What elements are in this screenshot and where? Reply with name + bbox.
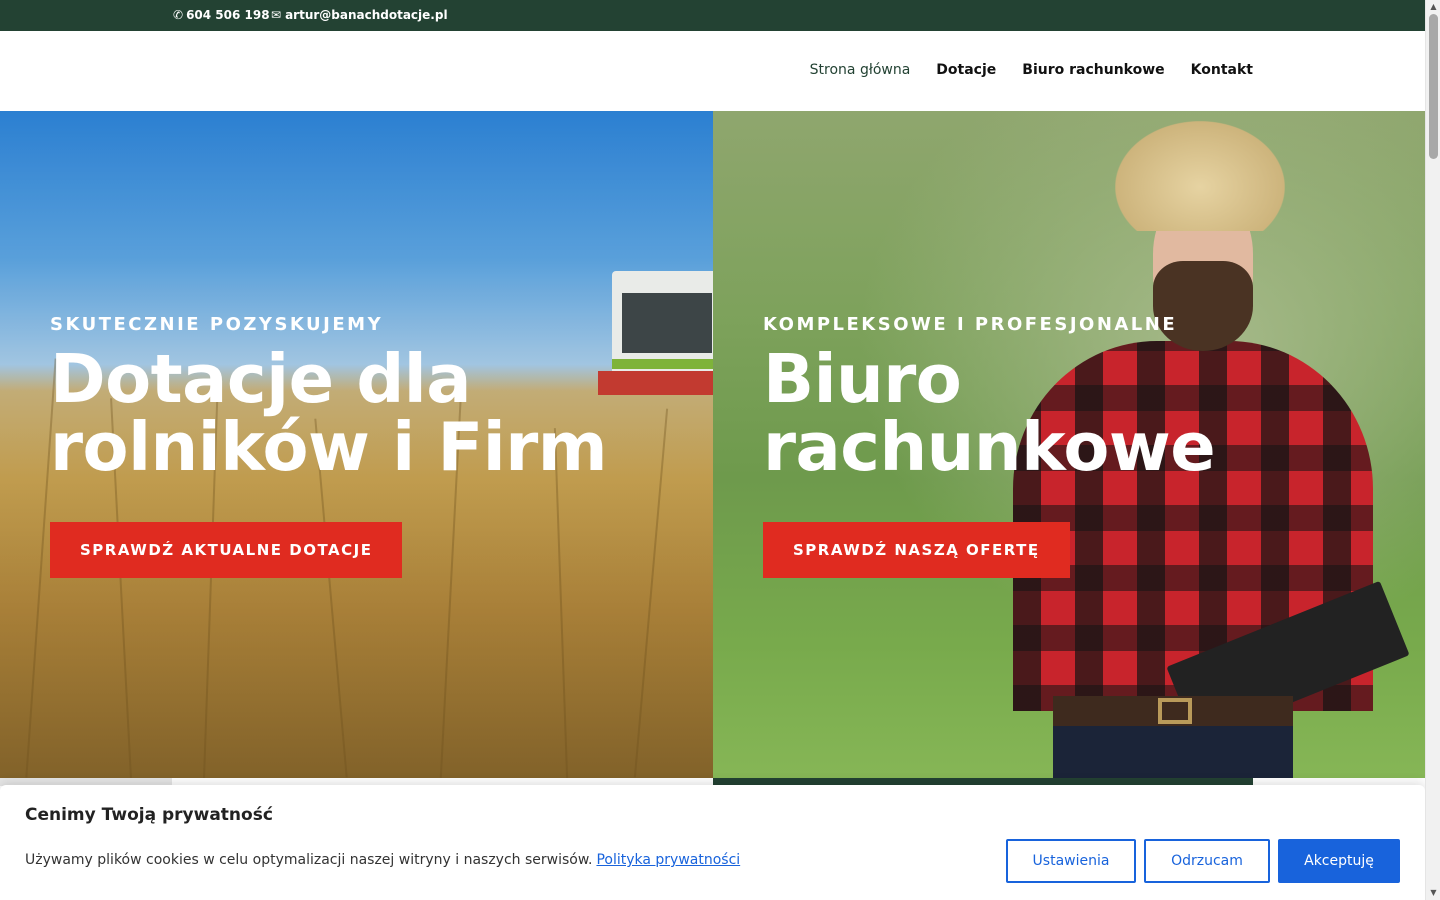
check-offer-button[interactable]: SPRAWDŹ NASZĄ OFERTĘ xyxy=(763,522,1070,578)
hero-right-content: KOMPLEKSOWE I PROFESJONALNE Biuro rachun… xyxy=(763,314,1216,578)
hero-right-eyebrow: KOMPLEKSOWE I PROFESJONALNE xyxy=(763,314,1178,335)
hero-dotacje: SKUTECZNIE POZYSKUJEMY Dotacje dla rolni… xyxy=(0,111,713,778)
hero-biuro: KOMPLEKSOWE I PROFESJONALNE Biuro rachun… xyxy=(713,111,1425,778)
phone-contact[interactable]: ✆ 604 506 198 xyxy=(173,8,270,22)
nav-item-dotacje[interactable]: Dotacje xyxy=(936,62,996,78)
cookie-title: Cenimy Twoją prywatność xyxy=(25,805,273,825)
cookie-reject-button[interactable]: Odrzucam xyxy=(1144,839,1270,883)
hero-right-title-line1: Biuro xyxy=(763,340,962,418)
hero-right-title: Biuro rachunkowe xyxy=(763,345,1216,481)
hero-right-title-line2: rachunkowe xyxy=(763,408,1216,486)
envelope-icon: ✉ xyxy=(271,8,282,22)
top-bar: ✆ 604 506 198 ✉ artur@banachdotacje.pl xyxy=(0,0,1425,31)
check-grants-button[interactable]: SPRAWDŹ AKTUALNE DOTACJE xyxy=(50,522,403,578)
nav-item-biuro[interactable]: Biuro rachunkowe xyxy=(1022,62,1164,78)
cookie-buttons: Ustawienia Odrzucam Akceptuję xyxy=(1006,839,1400,883)
phone-icon: ✆ xyxy=(173,8,184,22)
cookie-settings-button[interactable]: Ustawienia xyxy=(1006,839,1136,883)
phone-number[interactable]: 604 506 198 xyxy=(186,8,270,22)
hero-left-title: Dotacje dla rolników i Firm xyxy=(50,345,608,481)
scroll-down-icon[interactable]: ▼ xyxy=(1426,886,1440,900)
cookie-banner: Cenimy Twoją prywatność Używamy plików c… xyxy=(0,785,1425,900)
hero-left-content: SKUTECZNIE POZYSKUJEMY Dotacje dla rolni… xyxy=(50,314,608,578)
cookie-text: Używamy plików cookies w celu optymaliza… xyxy=(25,852,740,868)
hero-left-title-line1: Dotacje dla xyxy=(50,340,471,418)
email-contact[interactable]: ✉ artur@banachdotacje.pl xyxy=(271,8,448,22)
page-scrollbar[interactable]: ▲ ▼ xyxy=(1425,0,1440,900)
nav-item-home[interactable]: Strona główna xyxy=(810,62,911,78)
scrollbar-thumb[interactable] xyxy=(1429,14,1438,159)
cookie-accept-button[interactable]: Akceptuję xyxy=(1278,839,1400,883)
scroll-up-icon[interactable]: ▲ xyxy=(1426,0,1440,14)
main-nav: Strona główna Dotacje Biuro rachunkowe K… xyxy=(810,62,1253,78)
combine-harvester-image xyxy=(598,271,713,406)
cookie-text-body: Używamy plików cookies w celu optymaliza… xyxy=(25,852,593,868)
email-address[interactable]: artur@banachdotacje.pl xyxy=(285,8,448,22)
hero-left-title-line2: rolników i Firm xyxy=(50,408,608,486)
privacy-policy-link[interactable]: Polityka prywatności xyxy=(596,852,740,868)
site-header: Strona główna Dotacje Biuro rachunkowe K… xyxy=(0,31,1425,111)
hero-left-eyebrow: SKUTECZNIE POZYSKUJEMY xyxy=(50,314,384,335)
nav-item-kontakt[interactable]: Kontakt xyxy=(1191,62,1253,78)
